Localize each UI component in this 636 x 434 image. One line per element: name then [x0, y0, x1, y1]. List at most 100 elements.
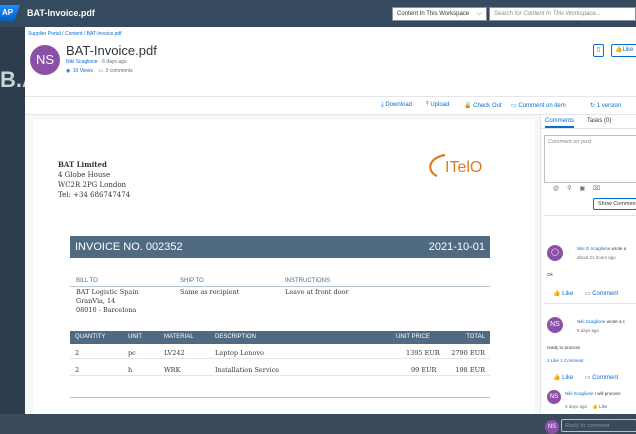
upload-label: Upload — [430, 102, 450, 108]
mention-icon[interactable]: @ — [553, 186, 567, 192]
comment-input[interactable]: Comment on post — [544, 135, 636, 183]
avatar[interactable]: NS — [547, 317, 563, 333]
table-row: 2 h WRK Installation Service 99 EUR 198 … — [70, 363, 490, 376]
column-header: QUANTITY — [75, 334, 106, 340]
reply-comment-button[interactable]: ▭ Comment — [585, 291, 618, 297]
like-button[interactable]: 👍Like — [611, 44, 636, 57]
column-header: DESCRIPTION — [215, 334, 257, 340]
attach-icon[interactable]: ⌧ — [593, 186, 608, 192]
chevron-down-icon: ⌵ — [476, 10, 482, 17]
pdf-viewer[interactable]: BAT Limited 4 Globe House WC2R 2PG Londo… — [33, 119, 535, 414]
document-meta: Niki Scaglione · 6 days ago — [66, 59, 127, 65]
search-input[interactable]: Search for Content In This Workspace... — [489, 7, 636, 21]
like-comment-button[interactable]: 👍 Like — [553, 375, 573, 381]
reply-meta: 5 days ago 👍 Like — [565, 404, 607, 410]
link-icon[interactable]: ⚲ — [567, 186, 579, 192]
upload-icon: ⤒ — [426, 102, 429, 108]
page-title: BAT-Invoice.pdf — [66, 43, 157, 58]
avatar[interactable]: ◯ — [547, 245, 563, 261]
versions-label: 1 version — [596, 103, 622, 109]
document-dialog: Supplier Portal / Content / BAT-Invoice.… — [25, 27, 636, 434]
column-header: TOTAL — [466, 334, 485, 340]
instructions-label: INSTRUCTIONS — [285, 278, 330, 284]
comment-author[interactable]: Niki Scaglione — [577, 319, 606, 324]
check-out-label: Check Out — [473, 103, 502, 109]
column-header: MATERIAL — [164, 334, 194, 340]
unit-cell: h — [128, 366, 133, 374]
avatar[interactable]: NS — [30, 45, 60, 75]
like-comment-button[interactable]: 👍 Like — [553, 291, 573, 297]
comment-on-item-button[interactable]: ▭ Comment on item — [511, 102, 566, 109]
bill-to-line: BAT Logistic Spain — [76, 288, 139, 296]
unit-cell: pc — [128, 349, 136, 357]
total-cell: 2790 EUR — [451, 349, 485, 357]
author-link[interactable]: Niki Scaglione — [66, 59, 98, 65]
comment-header: Niki G Scaglione wrote a — [577, 246, 626, 251]
check-out-button[interactable]: 🔒 Check Out — [464, 102, 502, 109]
divider — [70, 397, 490, 398]
bill-to-address: BAT Logistic Spain GranVia, 14 08010 - B… — [76, 288, 138, 315]
comment-icon: ▭ — [584, 291, 591, 297]
download-label: Download — [385, 102, 413, 108]
panel-tabs: Comments Tasks (0) — [541, 115, 636, 129]
document-toolbar: ⤓ Download ⤒ Upload 🔒 Check Out ▭ Commen… — [25, 97, 636, 115]
reply-input[interactable]: Reply to comment — [561, 419, 636, 432]
sap-logo[interactable]: AP — [0, 5, 20, 21]
comment-icon: ▭ — [584, 375, 591, 381]
history-icon: ↻ — [590, 103, 596, 109]
comment-header: Niki Scaglione wrote a c — [577, 319, 625, 324]
invoice-date: 2021-10-01 — [428, 241, 485, 253]
reply-time: 5 days ago — [565, 404, 588, 409]
bookmark-icon: ▯ — [597, 47, 601, 53]
tab-comments[interactable]: Comments — [545, 118, 575, 128]
shell-bar: AP BAT-Invoice.pdf Content In This Works… — [0, 0, 636, 27]
avatar[interactable]: NS — [545, 420, 559, 434]
reply-header: Niki Scaglione I will process — [565, 391, 621, 396]
description-cell: Laptop Lenovo — [215, 349, 264, 357]
bill-to-line: GranVia, 14 — [76, 297, 116, 305]
versions-button[interactable]: ↻ 1 version — [590, 102, 621, 109]
thumbs-up-icon: 👍 — [553, 291, 561, 297]
reply-text: I will process — [594, 391, 621, 396]
reply-comment-button[interactable]: ▭ Comment — [585, 375, 618, 381]
avatar[interactable]: NS — [547, 390, 561, 404]
image-icon[interactable]: ▣ — [580, 186, 594, 192]
comment-time: about 21 hours ago — [577, 255, 616, 260]
comments-count: 3 comments — [105, 68, 133, 74]
bookmark-button[interactable]: ▯ — [593, 44, 605, 57]
quantity-cell: 2 — [75, 366, 80, 374]
download-icon: ⤓ — [381, 102, 384, 108]
user-icon: ◯ — [551, 249, 559, 256]
like-label: Like — [622, 47, 634, 53]
comment-time: 6 days ago — [577, 328, 600, 333]
comment-actions: 👍 Like ▭ Comment — [553, 374, 618, 381]
comment-author[interactable]: Niki G Scaglione — [577, 246, 610, 251]
description-cell: Installation Service — [215, 366, 280, 374]
upload-button[interactable]: ⤒ Upload — [426, 102, 449, 109]
invoice-number-band: INVOICE NO. 002352 2021-10-01 — [70, 236, 490, 258]
sender-address: BAT Limited 4 Globe House WC2R 2PG Londo… — [58, 160, 130, 200]
sender-line: Tel: +34 686747474 — [58, 191, 131, 199]
search-scope-select[interactable]: Content In This Workspace ⌵ — [392, 7, 487, 21]
quantity-cell: 2 — [75, 349, 80, 357]
ship-to-label: SHIP TO — [180, 278, 204, 284]
reply-author[interactable]: Niki Scaglione — [565, 391, 594, 396]
document-stats: ◉ 10 Views ▭ 3 comments — [66, 68, 133, 74]
comment-stats[interactable]: 1 Like 1 Comment — [547, 358, 584, 363]
divider — [544, 303, 636, 304]
table-row: 2 pc LV242 Laptop Lenovo 1395 EUR 2790 E… — [70, 346, 490, 359]
items-table-header: QUANTITY UNIT MATERIAL DESCRIPTION UNIT … — [70, 331, 490, 344]
breadcrumb[interactable]: Supplier Portal / Content / BAT-Invoice.… — [28, 31, 122, 37]
lock-icon: 🔒 — [464, 103, 472, 109]
instructions-value: Leave at front door — [285, 288, 349, 296]
sender-line: 4 Globe House — [58, 171, 111, 179]
divider — [70, 286, 490, 287]
thumbs-up-icon: 👍 — [553, 375, 561, 381]
show-comments-button[interactable]: Show Comments — [593, 198, 636, 210]
tab-tasks[interactable]: Tasks (0) — [587, 118, 611, 124]
download-button[interactable]: ⤓ Download — [381, 102, 412, 109]
comment-icon: ▭ — [511, 103, 517, 109]
material-cell: LV242 — [164, 349, 185, 357]
itelo-logo: ITelO — [429, 153, 482, 178]
like-reply-button[interactable]: 👍 Like — [592, 404, 607, 409]
